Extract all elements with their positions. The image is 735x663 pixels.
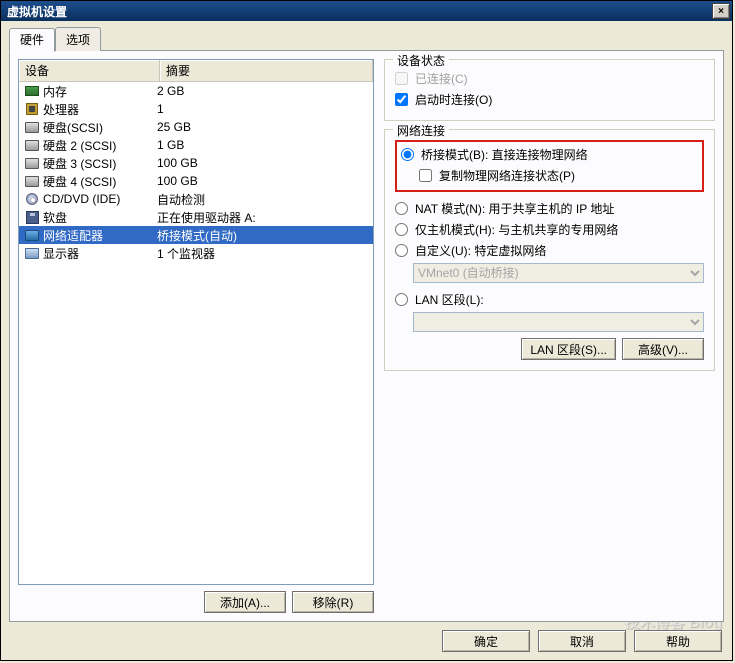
cancel-button[interactable]: 取消 [538,630,626,652]
lan-segment-radio[interactable] [395,293,408,306]
nat-radio[interactable] [395,202,408,215]
hardware-list-header: 设备 摘要 [19,60,373,82]
hardware-row[interactable]: CD/DVD (IDE)自动检测 [19,190,373,208]
hardware-row[interactable]: 内存2 GB [19,82,373,100]
bridged-label: 桥接模式(B): 直接连接物理网络 [421,146,588,163]
tab-hardware[interactable]: 硬件 [9,28,55,52]
tab-options[interactable]: 选项 [55,27,101,51]
custom-row[interactable]: 自定义(U): 特定虚拟网络 [395,240,704,261]
hardware-row[interactable]: 网络适配器桥接模式(自动) [19,226,373,244]
hdd-icon [23,140,41,151]
bridged-row[interactable]: 桥接模式(B): 直接连接物理网络 [401,144,698,165]
device-name: 软盘 [41,209,157,226]
device-name: 硬盘 4 (SCSI) [41,173,157,190]
floppy-icon [23,211,41,224]
replicate-row[interactable]: 复制物理网络连接状态(P) [401,165,698,186]
window-title: 虚拟机设置 [7,3,67,20]
device-name: 网络适配器 [41,227,157,244]
lan-segment-label: LAN 区段(L): [415,291,484,308]
device-summary: 桥接模式(自动) [157,227,373,244]
hdd-icon [23,176,41,187]
col-header-device[interactable]: 设备 [19,60,160,82]
close-icon[interactable]: × [712,3,730,19]
mon-icon [23,248,41,259]
lan-segment-select [413,312,704,332]
bottom-bar: 确定 取消 帮助 [9,622,724,652]
hardware-row[interactable]: 处理器1 [19,100,373,118]
hdd-icon [23,158,41,169]
col-header-summary[interactable]: 摘要 [160,60,373,82]
hostonly-radio[interactable] [395,223,408,236]
help-button[interactable]: 帮助 [634,630,722,652]
left-pane: 设备 摘要 内存2 GB处理器1硬盘(SCSI)25 GB硬盘 2 (SCSI)… [18,59,374,613]
group-device-status: 设备状态 已连接(C) 启动时连接(O) [384,59,715,121]
hardware-row[interactable]: 硬盘 3 (SCSI)100 GB [19,154,373,172]
device-summary: 100 GB [157,174,373,188]
device-name: 处理器 [41,101,157,118]
device-summary: 正在使用驱动器 A: [157,209,373,226]
group-network-connection: 网络连接 桥接模式(B): 直接连接物理网络 复制物理网络连接状态(P) [384,129,715,371]
content-area: 硬件 选项 设备 摘要 内存2 GB处理器1硬盘(SCSI)25 GB硬盘 2 … [1,21,732,660]
connect-on-power-row[interactable]: 启动时连接(O) [395,89,704,110]
lan-segment-row[interactable]: LAN 区段(L): [395,289,704,310]
hdd-icon [23,122,41,133]
hardware-row[interactable]: 硬盘 4 (SCSI)100 GB [19,172,373,190]
connect-on-power-label: 启动时连接(O) [415,91,492,108]
right-pane: 设备状态 已连接(C) 启动时连接(O) 网络连接 [384,59,715,613]
hardware-row[interactable]: 硬盘(SCSI)25 GB [19,118,373,136]
device-summary: 自动检测 [157,191,373,208]
nat-label: NAT 模式(N): 用于共享主机的 IP 地址 [415,200,614,217]
lan-combo-wrap [395,312,704,332]
remove-button[interactable]: 移除(R) [292,591,374,613]
connected-label: 已连接(C) [415,70,468,87]
hardware-row[interactable]: 硬盘 2 (SCSI)1 GB [19,136,373,154]
hostonly-label: 仅主机模式(H): 与主机共享的专用网络 [415,221,618,238]
titlebar[interactable]: 虚拟机设置 × [1,1,732,21]
cpu-icon [23,103,41,115]
group-title-network: 网络连接 [393,122,449,139]
ok-button[interactable]: 确定 [442,630,530,652]
lan-segments-button[interactable]: LAN 区段(S)... [521,338,616,360]
device-name: 硬盘 2 (SCSI) [41,137,157,154]
connect-on-power-checkbox[interactable] [395,93,408,106]
tabs: 硬件 选项 [9,27,724,51]
network-group-buttons: LAN 区段(S)... 高级(V)... [395,338,704,360]
mem-icon [23,86,41,96]
device-name: 显示器 [41,245,157,262]
device-summary: 25 GB [157,120,373,134]
hardware-list[interactable]: 设备 摘要 内存2 GB处理器1硬盘(SCSI)25 GB硬盘 2 (SCSI)… [18,59,374,585]
connected-checkbox [395,72,408,85]
connected-row: 已连接(C) [395,68,704,89]
device-summary: 2 GB [157,84,373,98]
device-summary: 1 [157,102,373,116]
hardware-row[interactable]: 软盘正在使用驱动器 A: [19,208,373,226]
net-icon [23,230,41,241]
device-name: 内存 [41,83,157,100]
vm-settings-window: 虚拟机设置 × 硬件 选项 设备 摘要 内存2 GB处理器1硬盘(SCSI)25… [0,0,733,661]
device-name: CD/DVD (IDE) [41,192,157,206]
device-summary: 1 GB [157,138,373,152]
custom-label: 自定义(U): 特定虚拟网络 [415,242,546,259]
device-name: 硬盘 3 (SCSI) [41,155,157,172]
device-summary: 1 个监视器 [157,245,373,262]
device-name: 硬盘(SCSI) [41,119,157,136]
left-buttons: 添加(A)... 移除(R) [18,591,374,613]
hostonly-row[interactable]: 仅主机模式(H): 与主机共享的专用网络 [395,219,704,240]
add-button[interactable]: 添加(A)... [204,591,286,613]
bridged-radio[interactable] [401,148,414,161]
replicate-label: 复制物理网络连接状态(P) [439,167,575,184]
replicate-checkbox[interactable] [419,169,432,182]
advanced-button[interactable]: 高级(V)... [622,338,704,360]
device-summary: 100 GB [157,156,373,170]
group-title-device-status: 设备状态 [393,52,449,69]
highlight-bridged: 桥接模式(B): 直接连接物理网络 复制物理网络连接状态(P) [395,140,704,192]
nat-row[interactable]: NAT 模式(N): 用于共享主机的 IP 地址 [395,198,704,219]
tab-panel-hardware: 设备 摘要 内存2 GB处理器1硬盘(SCSI)25 GB硬盘 2 (SCSI)… [9,50,724,622]
hardware-row[interactable]: 显示器1 个监视器 [19,244,373,262]
custom-radio[interactable] [395,244,408,257]
custom-network-select: VMnet0 (自动桥接) [413,263,704,283]
cd-icon [23,193,41,205]
hardware-rows: 内存2 GB处理器1硬盘(SCSI)25 GB硬盘 2 (SCSI)1 GB硬盘… [19,82,373,262]
custom-combo-wrap: VMnet0 (自动桥接) [395,263,704,283]
